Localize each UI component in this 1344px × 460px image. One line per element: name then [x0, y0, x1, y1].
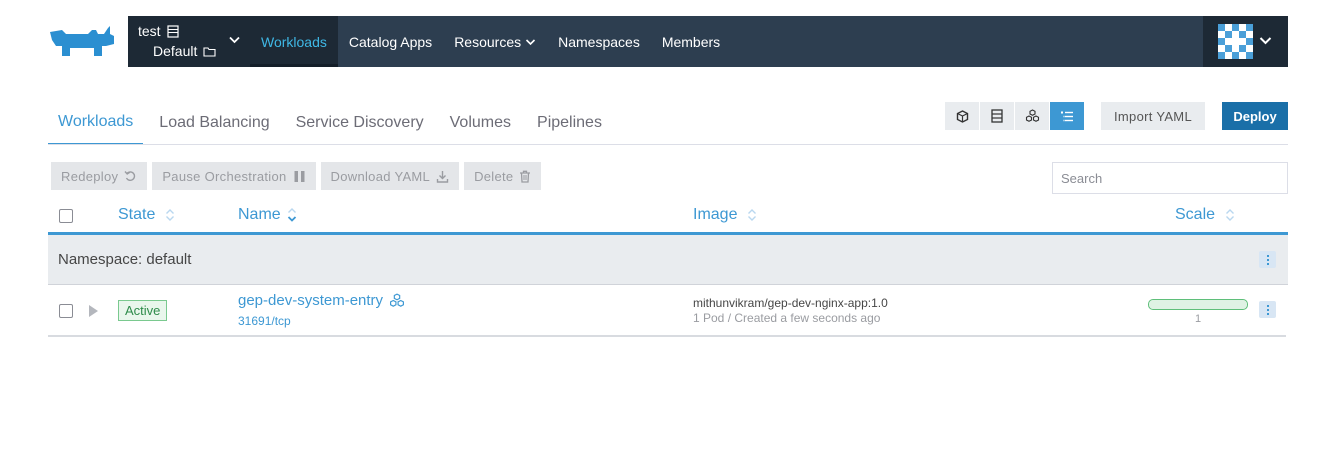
tab-load-balancing[interactable]: Load Balancing — [149, 100, 279, 145]
tab-service-discovery[interactable]: Service Discovery — [286, 100, 434, 145]
sort-icon — [748, 209, 757, 221]
download-yaml-button[interactable]: Download YAML — [320, 162, 460, 190]
nav-resources[interactable]: Resources — [443, 16, 547, 67]
server-icon — [166, 24, 179, 38]
column-header-scale[interactable]: Scale — [1175, 206, 1236, 224]
row-divider — [48, 335, 1286, 337]
cluster-name: test — [138, 23, 179, 39]
view-namespace-button[interactable] — [1050, 102, 1084, 130]
view-service-button[interactable] — [1015, 102, 1049, 130]
user-menu[interactable] — [1203, 16, 1288, 67]
main-nav: Workloads Catalog Apps Resources Namespa… — [250, 16, 731, 67]
import-yaml-button[interactable]: Import YAML — [1101, 102, 1205, 130]
select-all-checkbox[interactable] — [59, 209, 73, 223]
status-badge-label: Active — [125, 303, 161, 318]
tab-pipelines-label: Pipelines — [537, 113, 602, 131]
namespace-group-row: Namespace: default — [48, 235, 1288, 285]
pause-orchestration-label: Pause Orchestration — [162, 168, 287, 184]
tab-volumes[interactable]: Volumes — [440, 100, 521, 145]
delete-button[interactable]: Delete — [464, 162, 542, 190]
view-flat-button[interactable] — [945, 102, 979, 130]
column-scale-label: Scale — [1175, 206, 1216, 223]
sort-icon — [166, 209, 175, 221]
cubes-icon — [1025, 109, 1039, 122]
rancher-logo[interactable] — [48, 24, 116, 60]
nav-members-label: Members — [661, 33, 721, 50]
expand-row-icon[interactable] — [89, 305, 98, 317]
cluster-project-switcher[interactable]: test Default — [128, 16, 250, 67]
column-header-name[interactable]: Name — [238, 206, 298, 224]
namespace-actions-button[interactable] — [1259, 251, 1276, 268]
download-icon — [436, 170, 449, 183]
cube-icon — [956, 109, 968, 123]
scale-progress-fill — [1149, 300, 1247, 309]
workload-image: mithunvikram/gep-dev-nginx-app:1.0 — [693, 296, 888, 310]
column-image-label: Image — [693, 206, 738, 223]
row-actions-button[interactable] — [1259, 301, 1276, 318]
column-header-state[interactable]: State — [118, 206, 176, 224]
kebab-icon — [1266, 304, 1269, 316]
download-yaml-label: Download YAML — [330, 168, 431, 184]
redeploy-button[interactable]: Redeploy — [51, 162, 148, 190]
column-name-label: Name — [238, 206, 281, 223]
workload-tabs: Workloads Load Balancing Service Discove… — [48, 100, 618, 145]
redo-icon — [124, 171, 136, 182]
trash-icon — [520, 170, 531, 183]
project-name-label: Default — [153, 43, 198, 59]
namespace-group-label: Namespace: default — [58, 251, 192, 268]
scale-count: 1 — [1194, 313, 1202, 325]
chevron-down-icon — [1259, 37, 1272, 45]
tab-pipelines[interactable]: Pipelines — [527, 100, 612, 145]
tab-load-balancing-label: Load Balancing — [159, 113, 270, 131]
nav-workloads-label: Workloads — [261, 33, 327, 50]
search-input[interactable] — [1052, 162, 1288, 194]
kebab-icon — [1266, 254, 1269, 266]
cluster-name-label: test — [138, 23, 161, 39]
import-yaml-label: Import YAML — [1114, 108, 1192, 124]
tab-service-discovery-label: Service Discovery — [295, 113, 424, 131]
sort-icon — [1226, 209, 1235, 221]
tabs-divider — [48, 144, 1288, 145]
nav-catalog-apps-label: Catalog Apps — [348, 33, 433, 50]
tab-workloads-label: Workloads — [58, 112, 134, 130]
nav-catalog-apps[interactable]: Catalog Apps — [338, 16, 443, 67]
view-mode-toggle — [945, 102, 1084, 130]
nav-namespaces-label: Namespaces — [558, 33, 640, 50]
folder-icon — [203, 46, 216, 57]
view-node-button[interactable] — [980, 102, 1014, 130]
tab-volumes-label: Volumes — [449, 113, 512, 131]
workload-name-link[interactable]: gep-dev-system-entry — [238, 292, 405, 309]
nav-workloads[interactable]: Workloads — [250, 16, 338, 67]
redeploy-label: Redeploy — [61, 168, 119, 184]
delete-label: Delete — [474, 168, 514, 184]
pause-icon — [294, 170, 305, 182]
project-name: Default — [153, 43, 216, 59]
bulk-actions: Redeploy Pause Orchestration Download YA… — [51, 162, 542, 190]
chevron-down-icon[interactable] — [229, 34, 240, 46]
tree-list-icon — [1061, 111, 1073, 121]
workload-name-label: gep-dev-system-entry — [238, 292, 384, 309]
workload-port-link[interactable]: 31691/tcp — [238, 314, 291, 328]
cubes-icon — [390, 293, 405, 307]
avatar — [1218, 24, 1253, 59]
scale-progress-bar — [1148, 299, 1248, 310]
deploy-label: Deploy — [1233, 108, 1277, 124]
sort-descending-icon — [287, 208, 296, 222]
nav-members[interactable]: Members — [651, 16, 731, 67]
column-state-label: State — [118, 206, 156, 223]
status-badge: Active — [118, 300, 168, 321]
chevron-down-icon — [526, 38, 536, 45]
list-stack-icon — [991, 109, 1003, 123]
nav-namespaces[interactable]: Namespaces — [547, 16, 651, 67]
top-navigation-bar: test Default Workloads Catalog Apps Reso… — [128, 16, 1288, 67]
pause-orchestration-button[interactable]: Pause Orchestration — [152, 162, 316, 190]
deploy-button[interactable]: Deploy — [1222, 102, 1288, 130]
column-header-image[interactable]: Image — [693, 206, 758, 224]
workload-image-detail: 1 Pod / Created a few seconds ago — [693, 311, 881, 325]
nav-resources-label: Resources — [454, 33, 522, 50]
row-checkbox[interactable] — [59, 304, 73, 318]
tab-workloads[interactable]: Workloads — [48, 100, 144, 145]
